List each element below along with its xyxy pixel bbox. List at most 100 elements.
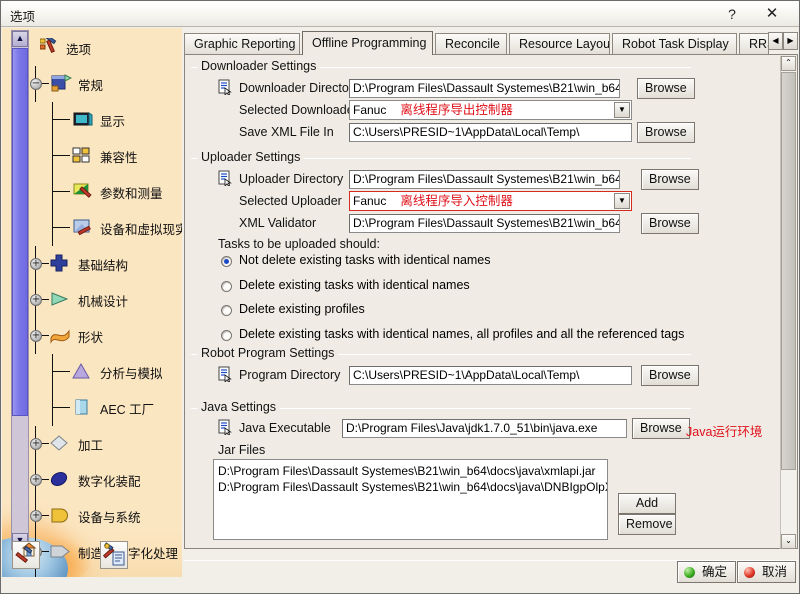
jar-file-item[interactable]: D:\Program Files\Dassault Systemes\B21\w… (218, 479, 607, 495)
tree-connector-stub (52, 227, 70, 228)
cancel-red-ball-icon (743, 567, 755, 578)
sidebar-item-3[interactable]: 兼容性 (30, 138, 180, 174)
tree-tool-bar (10, 539, 180, 573)
jar-files-label: Jar Files (218, 443, 266, 457)
tree-expand-icon[interactable]: + (30, 294, 42, 306)
sidebar-item-4[interactable]: 参数和测量 (30, 174, 180, 210)
radio-button-icon[interactable] (221, 256, 232, 267)
sidebar-item-label: 常规 (78, 78, 104, 93)
selected-downloader-annotation: 离线程序导出控制器 (400, 103, 513, 117)
jar-file-item[interactable]: D:\Program Files\Dassault Systemes\B21\w… (218, 463, 603, 479)
chevron-down-icon[interactable]: ▼ (614, 193, 630, 209)
java-executable-annotation: Java运行环境 (686, 425, 763, 439)
tab-3[interactable]: Resource Layout (509, 33, 610, 54)
radio-button-icon[interactable] (221, 330, 232, 341)
tree-connector-line (52, 174, 53, 210)
display-monitor-icon (72, 110, 94, 130)
tab-0[interactable]: Graphic Reporting (184, 33, 300, 54)
chevron-down-icon[interactable]: ▼ (614, 102, 630, 118)
tab-4[interactable]: Robot Task Display (612, 33, 737, 54)
window-title: 选项 (10, 10, 36, 24)
program-directory-label: Program Directory (239, 368, 341, 382)
sidebar-item-12[interactable]: + 数字化装配 (30, 462, 180, 498)
tree-expand-icon[interactable]: + (30, 258, 42, 270)
options-dialog: 选项 ? ✕ ▲ ▼ 选项 − 常规显示兼容性 参数和测量 设备和虚拟现实 + 基础结构 + 机… (0, 0, 800, 594)
upload-option-label: Not delete existing tasks with identical… (239, 253, 491, 267)
tree-connector-line (52, 390, 53, 426)
tab-5[interactable]: RRS (739, 33, 769, 54)
selected-downloader-combo[interactable]: Fanuc 离线程序导出控制器 ▼ (349, 100, 632, 120)
sidebar-item-0[interactable]: 选项 (30, 30, 180, 66)
uploader-directory-input[interactable]: D:\Program Files\Dassault Systemes\B21\w… (349, 170, 620, 189)
jar-files-list[interactable]: D:\Program Files\Dassault Systemes\B21\w… (213, 459, 608, 540)
xml-validator-input[interactable]: D:\Program Files\Dassault Systemes\B21\w… (349, 214, 620, 233)
ok-button[interactable]: 确定 (676, 561, 736, 583)
java-settings-title: Java Settings (197, 400, 281, 414)
options-report-button[interactable] (100, 541, 128, 569)
sidebar-item-10[interactable]: AEC 工厂 (30, 390, 180, 426)
tab-1[interactable]: Offline Programming (302, 31, 433, 55)
analysis-triangle-icon (72, 362, 94, 382)
xml-validator-browse-button[interactable]: Browse (641, 213, 699, 234)
tree-scroll-up-icon[interactable]: ▲ (12, 31, 28, 47)
panel-scroll-thumb[interactable] (781, 72, 796, 470)
sidebar-item-9[interactable]: 分析与模拟 (30, 354, 180, 390)
tree-scroll-thumb[interactable] (12, 48, 28, 416)
java-executable-label: Java Executable (239, 421, 331, 435)
sidebar-item-label: 数字化装配 (78, 474, 141, 489)
close-icon[interactable]: ✕ (757, 3, 787, 25)
help-icon[interactable]: ? (717, 3, 747, 25)
uploader-directory-label: Uploader Directory (239, 172, 344, 186)
sidebar-item-5[interactable]: 设备和虚拟现实 (30, 210, 182, 246)
sidebar-item-8[interactable]: + 形状 (30, 318, 180, 354)
tab-nav-prev-icon[interactable]: ◀ (768, 32, 783, 50)
tab-2[interactable]: Reconcile (435, 33, 507, 54)
panel-scrollbar[interactable]: ⌃ ⌄ (780, 56, 796, 549)
downloader-directory-browse-button[interactable]: Browse (637, 78, 695, 99)
selected-uploader-value: Fanuc (353, 194, 387, 208)
save-xml-input[interactable]: C:\Users\PRESID~1\AppData\Local\Temp\ (349, 123, 632, 142)
sidebar-item-2[interactable]: 显示 (30, 102, 180, 138)
jar-add-button[interactable]: Add (618, 493, 676, 514)
sidebar-item-6[interactable]: + 基础结构 (30, 246, 180, 282)
sidebar-item-1[interactable]: − 常规 (30, 66, 180, 102)
ok-button-label: 确定 (701, 565, 727, 579)
equipment-systems-icon (50, 506, 72, 526)
sidebar-item-7[interactable]: + 机械设计 (30, 282, 180, 318)
save-xml-browse-button[interactable]: Browse (637, 122, 695, 143)
tree-expand-icon[interactable]: + (30, 438, 42, 450)
selected-uploader-combo[interactable]: Fanuc 离线程序导入控制器 ▼ (349, 191, 632, 211)
sidebar-item-11[interactable]: + 加工 (30, 426, 180, 462)
tree-expand-icon[interactable]: + (30, 510, 42, 522)
sidebar-item-13[interactable]: + 设备与系统 (30, 498, 180, 534)
tab-nav-next-icon[interactable]: ▶ (783, 32, 798, 50)
tree-expand-icon[interactable]: + (30, 330, 42, 342)
panel-scroll-down-icon[interactable]: ⌄ (781, 534, 796, 549)
tree-collapse-icon[interactable]: − (30, 78, 42, 90)
java-executable-browse-button[interactable]: Browse (632, 418, 690, 439)
uploader-directory-browse-button[interactable]: Browse (641, 169, 699, 190)
tree-scrollbar[interactable]: ▲ ▼ (11, 30, 29, 550)
panel-scroll-up-icon[interactable]: ⌃ (781, 56, 796, 71)
radio-button-icon[interactable] (221, 305, 232, 316)
downloader-settings-group: Downloader Settings (191, 59, 691, 73)
program-directory-input[interactable]: C:\Users\PRESID~1\AppData\Local\Temp\ (349, 366, 632, 385)
java-executable-input[interactable]: D:\Program Files\Java\jdk1.7.0_51\bin\ja… (342, 419, 627, 438)
settings-pane: Graphic Reporting Offline Programming Reco… (184, 28, 798, 549)
sidebar-item-label: 显示 (100, 114, 126, 129)
program-directory-browse-button[interactable]: Browse (641, 365, 699, 386)
cancel-button[interactable]: 取消 (736, 561, 796, 583)
program-directory-icon (218, 366, 234, 384)
machining-diamond-icon (50, 434, 72, 454)
tab-nav-buttons[interactable]: ◀ ▶ (768, 32, 798, 50)
options-tree-pane: ▲ ▼ 选项 − 常规显示兼容性 参数和测量 设备和虚拟现实 + 基础结构 + 机械设计 + 形状分… (2, 28, 182, 577)
options-home-button[interactable] (12, 541, 40, 569)
tab-strip: Graphic Reporting Offline Programming Reco… (184, 31, 798, 55)
tree-expand-icon[interactable]: + (30, 474, 42, 486)
downloader-directory-icon (218, 79, 234, 97)
jar-remove-button[interactable]: Remove (618, 514, 676, 535)
downloader-directory-input[interactable]: D:\Program Files\Dassault Systemes\B21\w… (349, 79, 620, 98)
aec-plant-icon (72, 398, 94, 418)
radio-button-icon[interactable] (221, 281, 232, 292)
uploader-settings-group: Uploader Settings (191, 150, 691, 164)
